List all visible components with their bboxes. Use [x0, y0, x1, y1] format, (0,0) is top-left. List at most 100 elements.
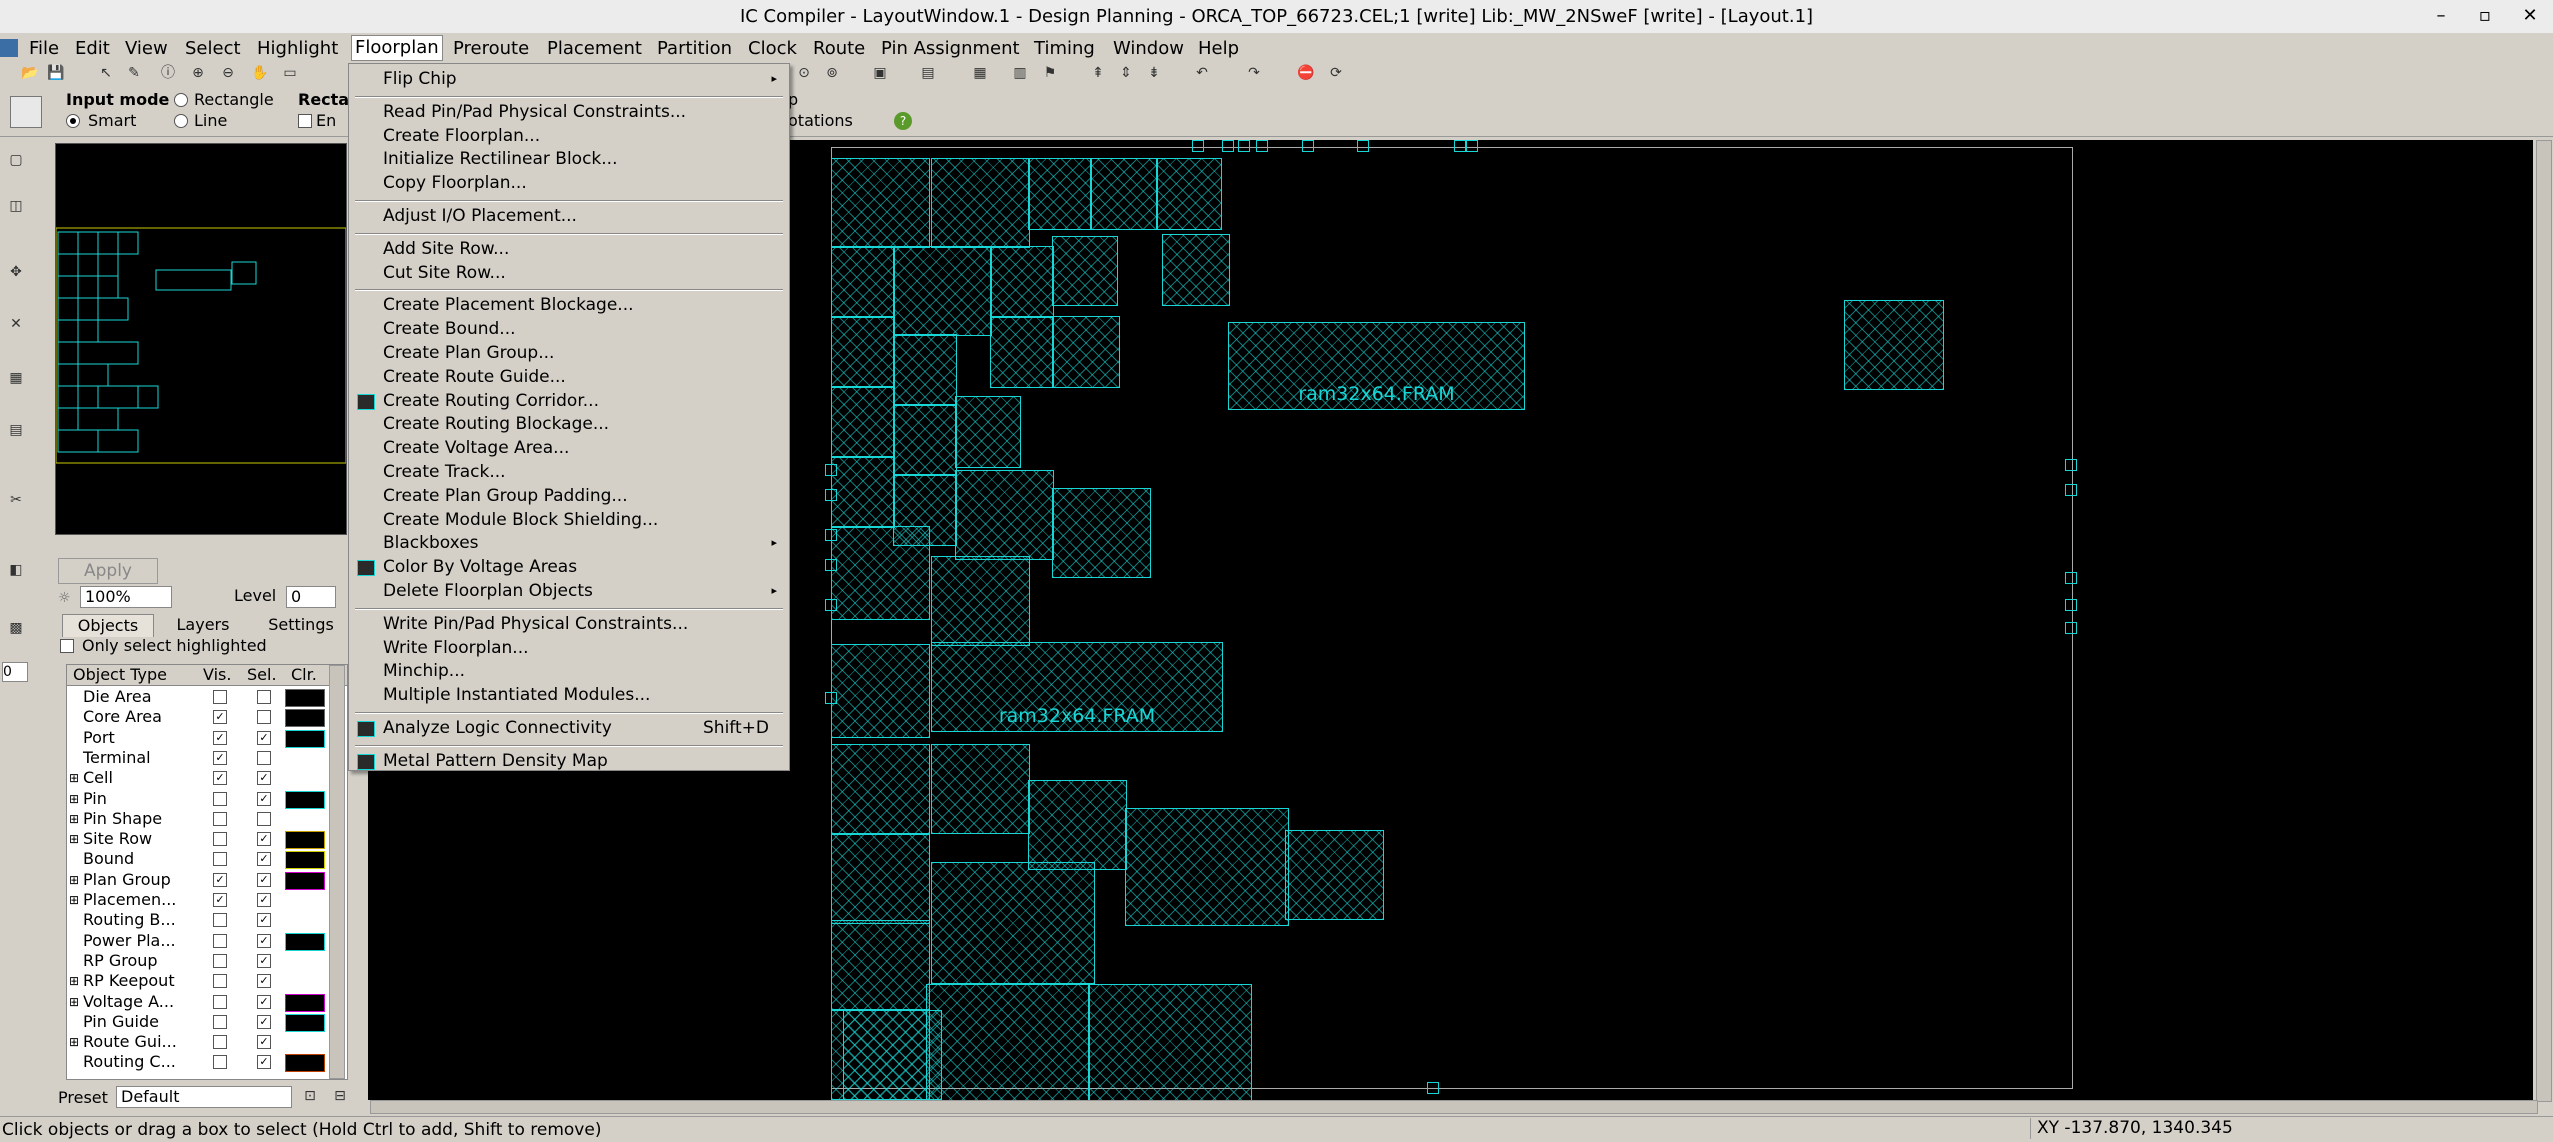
menu-item-blackboxes[interactable]: Blackboxes ▸ — [349, 532, 789, 554]
en-checkbox[interactable] — [298, 114, 312, 128]
macro-block[interactable] — [893, 404, 957, 476]
port-pin[interactable] — [1302, 140, 1314, 152]
sel-checkbox[interactable] — [257, 750, 271, 765]
menu-item-read-pin-pad-physical-constraints[interactable]: Read Pin/Pad Physical Constraints... — [349, 101, 789, 123]
menu-item-delete-floorplan-objects[interactable]: Delete Floorplan Objects ▸ — [349, 580, 789, 602]
sel-checkbox[interactable]: ✓ — [257, 974, 271, 989]
move-icon[interactable]: ✥ — [6, 262, 26, 282]
help-icon[interactable]: ? — [894, 112, 912, 130]
vis-checkbox[interactable] — [213, 953, 227, 968]
macro-block[interactable] — [1028, 780, 1127, 870]
sel-checkbox[interactable]: ✓ — [257, 953, 271, 968]
macro-block[interactable] — [1052, 236, 1118, 306]
smart-radio[interactable] — [66, 114, 80, 128]
side-input-field[interactable]: 0 — [2, 662, 28, 682]
macro-block[interactable] — [1162, 234, 1230, 306]
macro-block[interactable] — [1285, 830, 1384, 920]
menu-item-adjust-i-o-placement[interactable]: Adjust I/O Placement... — [349, 205, 789, 227]
vis-checkbox[interactable]: ✓ — [213, 771, 227, 786]
macro-block[interactable] — [1052, 488, 1151, 578]
menu-help[interactable]: Help — [1195, 37, 1242, 61]
menu-select[interactable]: Select — [182, 37, 244, 61]
vis-checkbox[interactable] — [213, 974, 227, 989]
color-swatch[interactable] — [285, 932, 325, 951]
macro-block[interactable] — [831, 386, 895, 458]
zoom-prev-icon[interactable]: ⊚ — [822, 63, 842, 83]
macro-block[interactable] — [931, 862, 1095, 984]
port-pin[interactable] — [825, 692, 837, 704]
port-pin[interactable] — [1192, 140, 1204, 152]
menu-floorplan[interactable]: Floorplan — [351, 35, 443, 61]
port-pin[interactable] — [2065, 572, 2077, 584]
port-pin[interactable] — [825, 529, 837, 541]
ram-block-2[interactable]: ram32x64.FRAM — [931, 642, 1223, 732]
macro-block[interactable] — [1125, 808, 1289, 926]
expand-icon[interactable]: ⊞ — [69, 809, 79, 829]
object-row-bound[interactable]: Bound ✓ — [67, 849, 337, 870]
port-pin[interactable] — [1454, 140, 1466, 152]
menu-partition[interactable]: Partition — [654, 37, 735, 61]
object-row-cell[interactable]: ⊞ Cell ✓ ✓ — [67, 768, 337, 788]
menu-item-write-floorplan[interactable]: Write Floorplan... — [349, 637, 789, 659]
color-swatch[interactable] — [285, 1013, 325, 1032]
menu-item-write-pin-pad-physical-constraints[interactable]: Write Pin/Pad Physical Constraints... — [349, 613, 789, 635]
object-row-pin-shape[interactable]: ⊞ Pin Shape — [67, 809, 337, 829]
macro-block[interactable] — [1052, 316, 1120, 388]
menu-view[interactable]: View — [122, 37, 171, 61]
vis-checkbox[interactable]: ✓ — [213, 872, 227, 887]
sel-checkbox[interactable]: ✓ — [257, 872, 271, 887]
menu-item-initialize-rectilinear-block[interactable]: Initialize Rectilinear Block... — [349, 148, 789, 170]
pan-hand-icon[interactable]: ✋ — [250, 63, 270, 83]
macro-block[interactable] — [1088, 984, 1252, 1102]
macro-block[interactable] — [1090, 158, 1158, 230]
tool-icon[interactable]: ▢ — [6, 150, 26, 170]
vis-checkbox[interactable] — [213, 1014, 227, 1029]
shape-icon[interactable]: ◧ — [6, 560, 26, 580]
menu-preroute[interactable]: Preroute — [450, 37, 532, 61]
object-row-rp-group[interactable]: RP Group ✓ — [67, 951, 337, 971]
zoom-in-icon[interactable]: ⊕ — [188, 63, 208, 83]
menu-file[interactable]: File — [26, 37, 62, 61]
macro-block[interactable] — [831, 456, 895, 528]
flag-icon[interactable]: ⚑ — [1040, 63, 1060, 83]
open-icon[interactable]: 📂 — [20, 63, 40, 83]
align-up-icon[interactable]: ⇞ — [1088, 63, 1108, 83]
menu-item-create-plan-group-padding[interactable]: Create Plan Group Padding... — [349, 485, 789, 507]
sel-checkbox[interactable]: ✓ — [257, 1014, 271, 1029]
menu-clock[interactable]: Clock — [745, 37, 800, 61]
tab-layers[interactable]: Layers — [160, 614, 246, 636]
pencil-icon[interactable]: ✎ — [124, 63, 144, 83]
port-pin[interactable] — [825, 464, 837, 476]
port-pin[interactable] — [1256, 140, 1268, 152]
color-swatch[interactable] — [285, 729, 325, 748]
menu-item-create-bound[interactable]: Create Bound... — [349, 318, 789, 340]
menu-pin-assignment[interactable]: Pin Assignment — [878, 37, 1023, 61]
menu-timing[interactable]: Timing — [1031, 37, 1098, 61]
menu-item-create-plan-group[interactable]: Create Plan Group... — [349, 342, 789, 364]
expand-icon[interactable]: ⊞ — [69, 992, 79, 1012]
vis-checkbox[interactable] — [213, 811, 227, 826]
menu-item-copy-floorplan[interactable]: Copy Floorplan... — [349, 172, 789, 194]
table-scrollbar[interactable] — [329, 665, 345, 1079]
info-icon[interactable]: ⓘ — [158, 63, 178, 83]
menu-item-create-routing-blockage[interactable]: Create Routing Blockage... — [349, 413, 789, 435]
vis-checkbox[interactable]: ✓ — [213, 750, 227, 765]
port-pin[interactable] — [825, 559, 837, 571]
vis-checkbox[interactable] — [213, 832, 227, 847]
menu-item-color-by-voltage-areas[interactable]: Color By Voltage Areas — [349, 556, 789, 578]
sel-checkbox[interactable] — [257, 690, 271, 704]
macro-block[interactable] — [931, 158, 1030, 248]
sel-checkbox[interactable] — [257, 811, 271, 826]
zoom-out-icon[interactable]: ⊖ — [218, 63, 238, 83]
header-object-type[interactable]: Object Type — [73, 665, 167, 685]
display-icon[interactable]: ▤ — [918, 63, 938, 83]
macro-block[interactable] — [990, 316, 1054, 388]
port-pin[interactable] — [1466, 140, 1478, 152]
menu-item-minchip[interactable]: Minchip... — [349, 660, 789, 682]
object-row-port[interactable]: Port ✓ ✓ — [67, 728, 337, 748]
tab-settings[interactable]: Settings — [256, 614, 346, 636]
macro-block[interactable] — [931, 556, 1030, 646]
macro-block[interactable] — [831, 834, 930, 924]
macro-block[interactable] — [926, 984, 1090, 1102]
menu-placement[interactable]: Placement — [544, 37, 645, 61]
